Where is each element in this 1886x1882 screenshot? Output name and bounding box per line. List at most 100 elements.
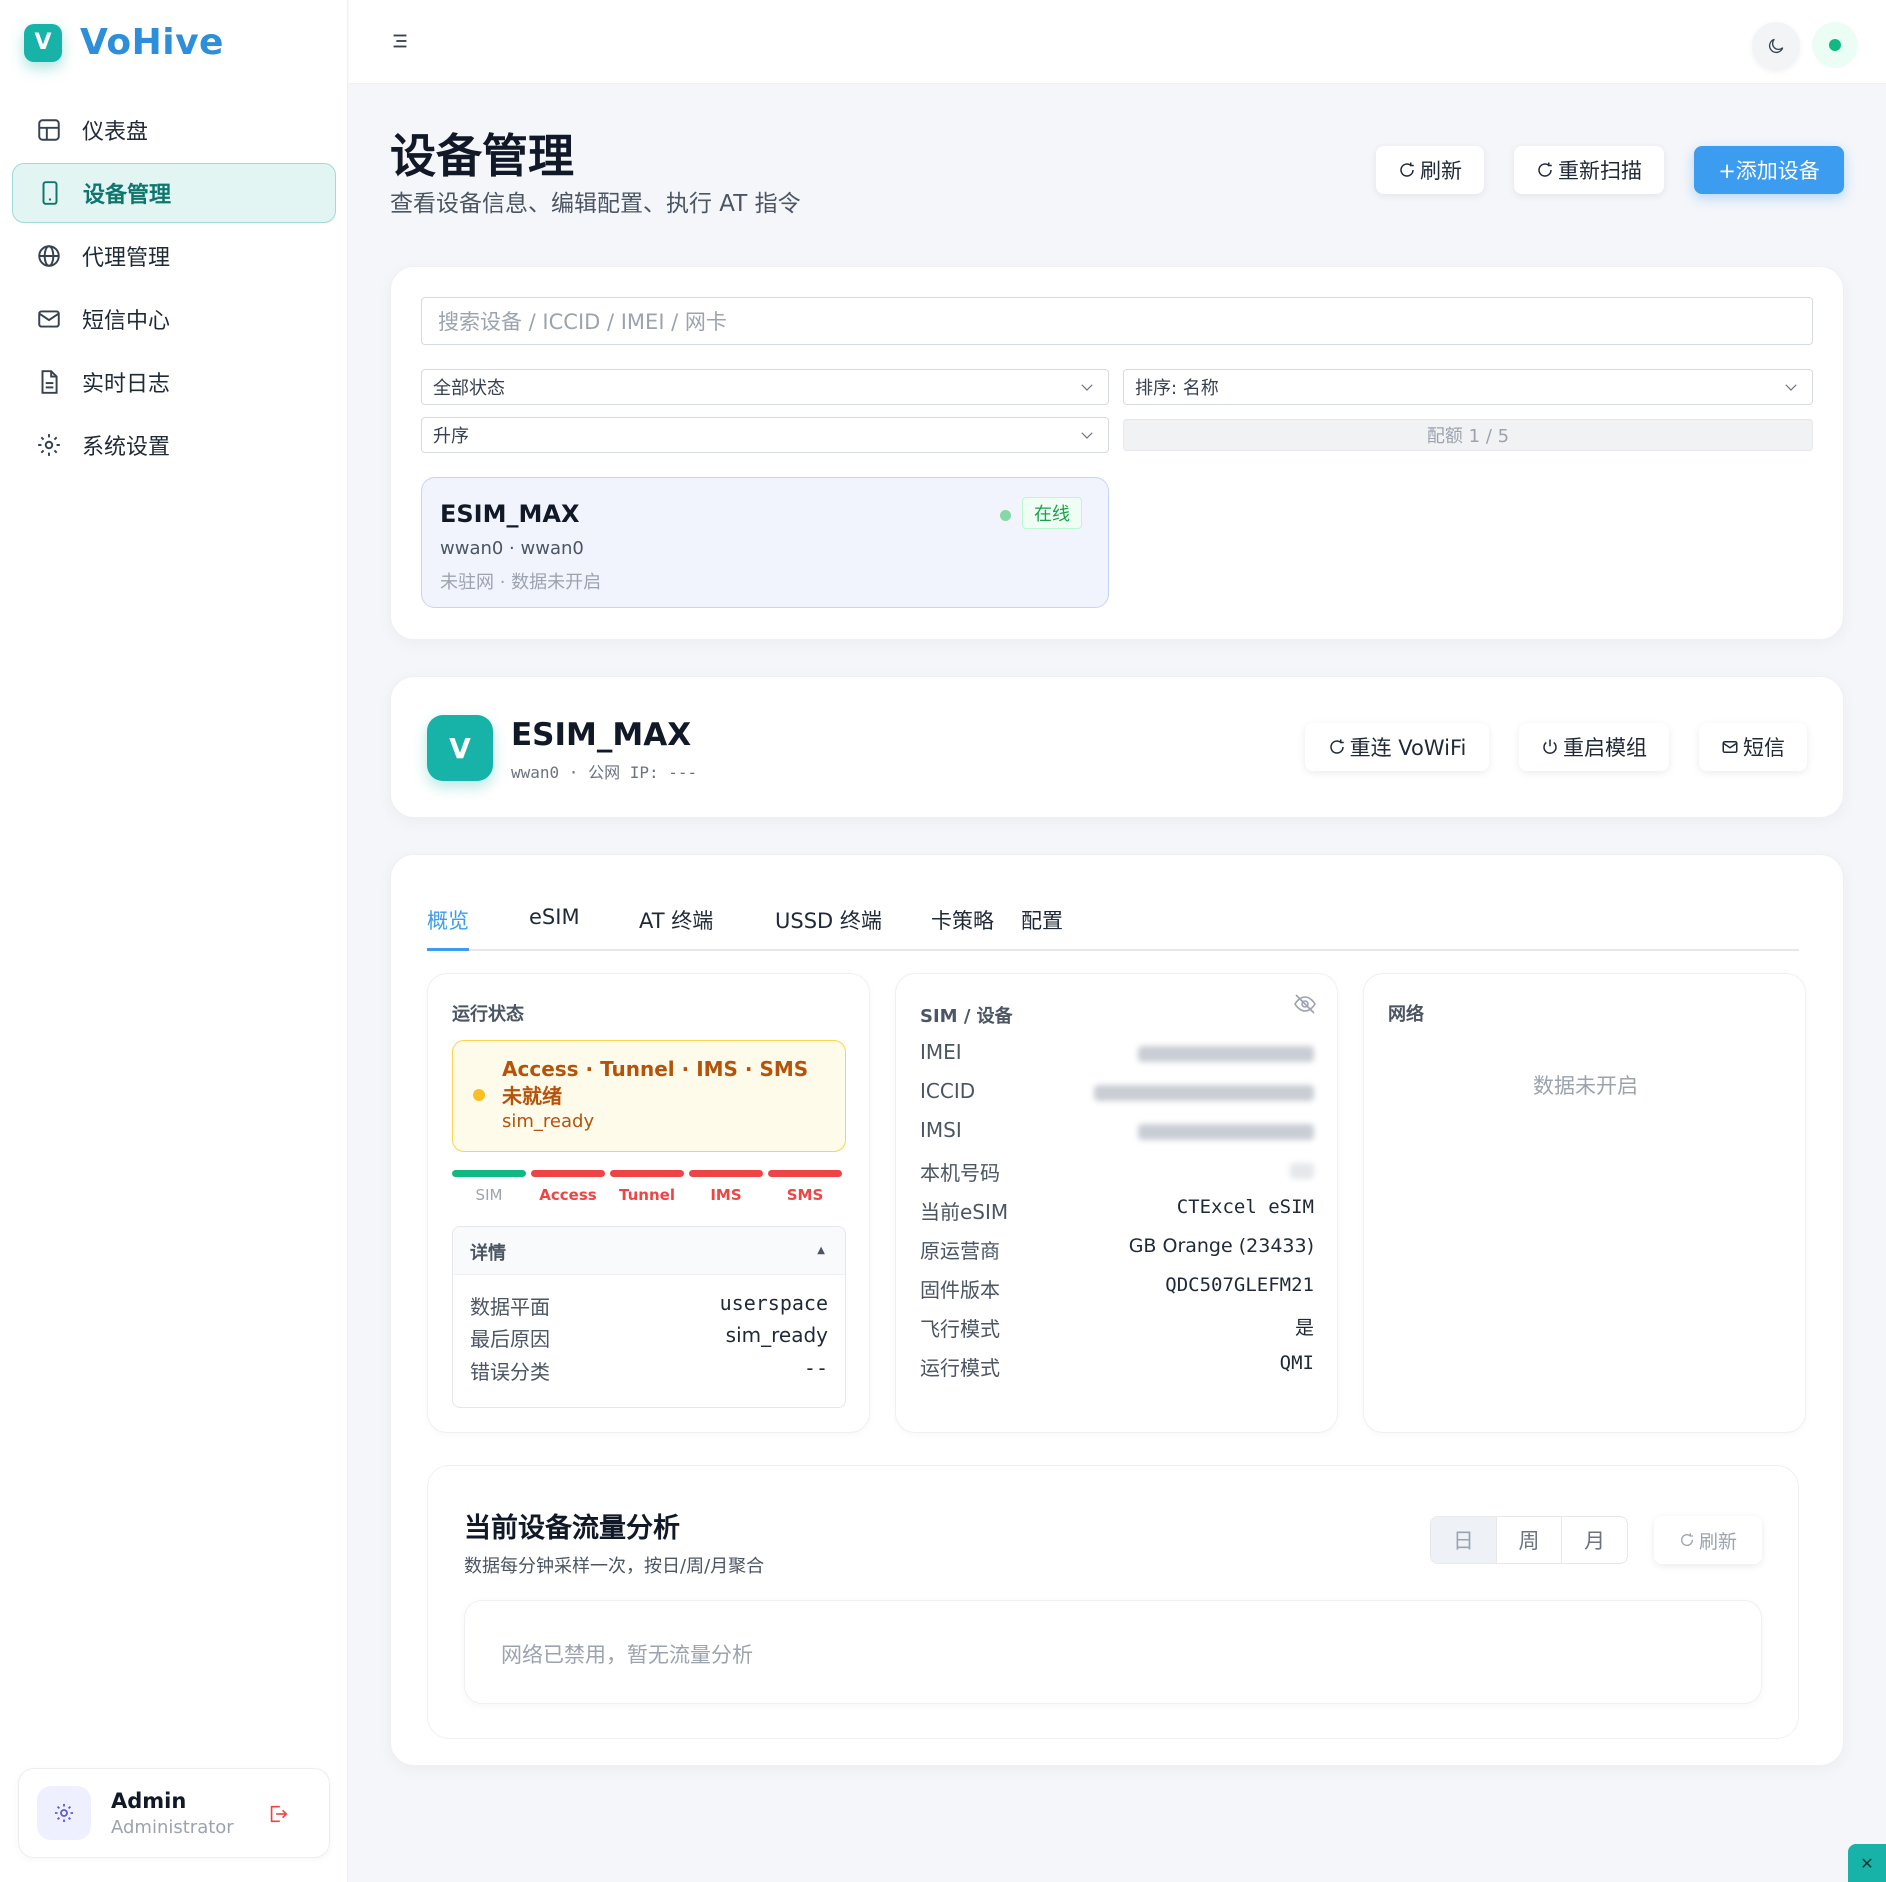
- network-empty-state: 数据未开启: [1533, 1074, 1638, 1098]
- sidebar-item-label: 系统设置: [82, 435, 171, 460]
- eye-off-icon[interactable]: [1293, 992, 1317, 1016]
- sim-row-firmware: 固件版本 QDC507GLEFM21: [920, 1274, 1314, 1304]
- dashboard-icon: [38, 119, 60, 141]
- rescan-button[interactable]: 重新扫描: [1514, 146, 1664, 194]
- refresh-button[interactable]: 刷新: [1376, 146, 1484, 194]
- sidebar-item-label: 实时日志: [82, 372, 171, 397]
- stage-bar-ims: [689, 1170, 763, 1177]
- sidebar-item-label: 短信中心: [82, 309, 171, 334]
- logo-badge: V: [24, 23, 62, 62]
- stage-bar-tunnel: [610, 1170, 684, 1177]
- user-avatar[interactable]: [37, 1786, 91, 1840]
- close-icon[interactable]: ✕: [1848, 1844, 1886, 1882]
- sidebar-item-settings[interactable]: 系统设置: [12, 415, 336, 475]
- sim-row-phone: 本机号码: [920, 1157, 1314, 1187]
- logout-icon: [270, 1805, 288, 1823]
- period-month-button[interactable]: 月: [1562, 1517, 1627, 1563]
- panel-title: 运行状态: [452, 1004, 524, 1025]
- details-value: sim_ready: [725, 1323, 828, 1347]
- device-list-item[interactable]: ESIM_MAX wwan0 · wwan0 未驻网 · 数据未开启 在线: [421, 477, 1109, 608]
- status-alert: Access · Tunnel · IMS · SMS 未就绪 sim_read…: [452, 1040, 846, 1152]
- phone-icon: [42, 181, 58, 205]
- sim-key: 本机号码: [920, 1161, 1000, 1185]
- user-name: Admin: [111, 1788, 187, 1813]
- sidebar-item-label: 代理管理: [82, 246, 171, 271]
- sort-select[interactable]: 排序: 名称: [1123, 369, 1813, 405]
- device-subtitle: wwan0 · 公网 IP: ---: [511, 763, 698, 782]
- status-filter-value: 全部状态: [433, 378, 505, 399]
- sidebar-item-proxy[interactable]: 代理管理: [12, 226, 336, 286]
- order-select[interactable]: 升序: [421, 417, 1109, 453]
- tab-at-terminal[interactable]: AT 终端: [639, 905, 713, 951]
- panel-title: SIM / 设备: [920, 1006, 1013, 1027]
- details-row: 数据平面 userspace: [470, 1291, 828, 1321]
- details-row: 最后原因 sim_ready: [470, 1323, 828, 1353]
- sim-key: 飞行模式: [920, 1317, 1000, 1341]
- search-input[interactable]: 搜索设备 / ICCID / IMEI / 网卡: [421, 297, 1813, 345]
- add-device-button[interactable]: +添加设备: [1694, 146, 1844, 194]
- panel-title: 网络: [1388, 1004, 1424, 1025]
- period-toggle: 日 周 月: [1430, 1516, 1628, 1564]
- sim-row-esim: 当前eSIM CTExcel eSIM: [920, 1196, 1314, 1226]
- traffic-refresh-label: 刷新: [1698, 1530, 1737, 1553]
- details-value: userspace: [719, 1291, 828, 1315]
- menu-toggle-button[interactable]: [389, 30, 411, 52]
- details-title: 详情: [470, 1243, 506, 1264]
- sidebar-item-sms[interactable]: 短信中心: [12, 289, 336, 349]
- masked-value: [1138, 1046, 1314, 1062]
- details-key: 错误分类: [470, 1360, 550, 1384]
- period-week-button[interactable]: 周: [1497, 1517, 1563, 1563]
- logout-button[interactable]: [267, 1803, 289, 1829]
- sort-value: 排序: 名称: [1135, 378, 1219, 399]
- rescan-label: 重新扫描: [1558, 159, 1642, 183]
- search-placeholder: 搜索设备 / ICCID / IMEI / 网卡: [438, 310, 727, 334]
- power-icon: [1543, 739, 1557, 754]
- tab-esim[interactable]: eSIM: [529, 905, 580, 951]
- sidebar-item-logs[interactable]: 实时日志: [12, 352, 336, 412]
- tab-ussd-terminal[interactable]: USSD 终端: [775, 905, 882, 951]
- connection-status-button[interactable]: [1812, 22, 1858, 68]
- details-key: 数据平面: [470, 1295, 550, 1319]
- quota-indicator: 配额 1 / 5: [1123, 419, 1813, 451]
- device-filter-card: 搜索设备 / ICCID / IMEI / 网卡 全部状态 排序: 名称 升序 …: [390, 266, 1844, 640]
- theme-toggle-button[interactable]: [1752, 22, 1800, 70]
- sim-row-imsi: IMSI: [920, 1118, 1314, 1148]
- app-name: VoHive: [80, 22, 224, 63]
- masked-value: [1094, 1085, 1314, 1101]
- chevron-down-icon: [1785, 384, 1797, 391]
- tab-overview[interactable]: 概览: [427, 905, 469, 951]
- device-avatar: V: [427, 715, 493, 781]
- app-logo[interactable]: V VoHive: [24, 22, 224, 63]
- status-dot: [1829, 39, 1841, 51]
- restart-module-button[interactable]: 重启模组: [1519, 723, 1669, 771]
- sidebar-item-dashboard[interactable]: 仪表盘: [12, 100, 336, 160]
- period-day-button[interactable]: 日: [1431, 1517, 1497, 1563]
- reconnect-label: 重连 VoWiFi: [1349, 736, 1467, 760]
- traffic-analysis-section: 当前设备流量分析 数据每分钟采样一次，按日/周/月聚合 日 周 月 刷新 网络已…: [427, 1465, 1799, 1739]
- detail-tabs: 概览 eSIM AT 终端 USSD 终端 卡策略 配置: [427, 905, 1799, 951]
- sidebar-item-label: 设备管理: [83, 183, 172, 208]
- reconnect-vowifi-button[interactable]: 重连 VoWiFi: [1305, 723, 1489, 771]
- order-value: 升序: [433, 426, 469, 447]
- alert-subtitle: sim_ready: [502, 1111, 595, 1132]
- traffic-refresh-button[interactable]: 刷新: [1654, 1516, 1762, 1564]
- status-filter-select[interactable]: 全部状态: [421, 369, 1109, 405]
- alert-title: Access · Tunnel · IMS · SMS 未就绪: [502, 1057, 809, 1108]
- tab-config[interactable]: 配置: [1021, 905, 1063, 951]
- moon-icon: [1768, 38, 1784, 54]
- details-toggle[interactable]: 详情 ▲: [453, 1227, 845, 1275]
- add-device-label: +添加设备: [1718, 159, 1820, 183]
- sidebar-nav: 仪表盘 设备管理 代理管理 短信中心 实时日志 系统设置: [12, 100, 336, 478]
- sim-value: GB Orange (23433): [1128, 1235, 1314, 1257]
- stage-bar-access: [531, 1170, 605, 1177]
- stage-label: Access: [539, 1186, 597, 1204]
- sidebar-item-devices[interactable]: 设备管理: [12, 163, 336, 223]
- sim-key: 固件版本: [920, 1278, 1000, 1302]
- sms-button[interactable]: 短信: [1699, 723, 1807, 771]
- chevron-down-icon: [1081, 432, 1093, 439]
- refresh-label: 刷新: [1420, 159, 1462, 183]
- tab-card-policy[interactable]: 卡策略: [931, 905, 994, 951]
- chevron-down-icon: [1081, 384, 1093, 391]
- caret-up-icon: ▲: [817, 1245, 825, 1256]
- sim-key: IMEI: [920, 1040, 962, 1064]
